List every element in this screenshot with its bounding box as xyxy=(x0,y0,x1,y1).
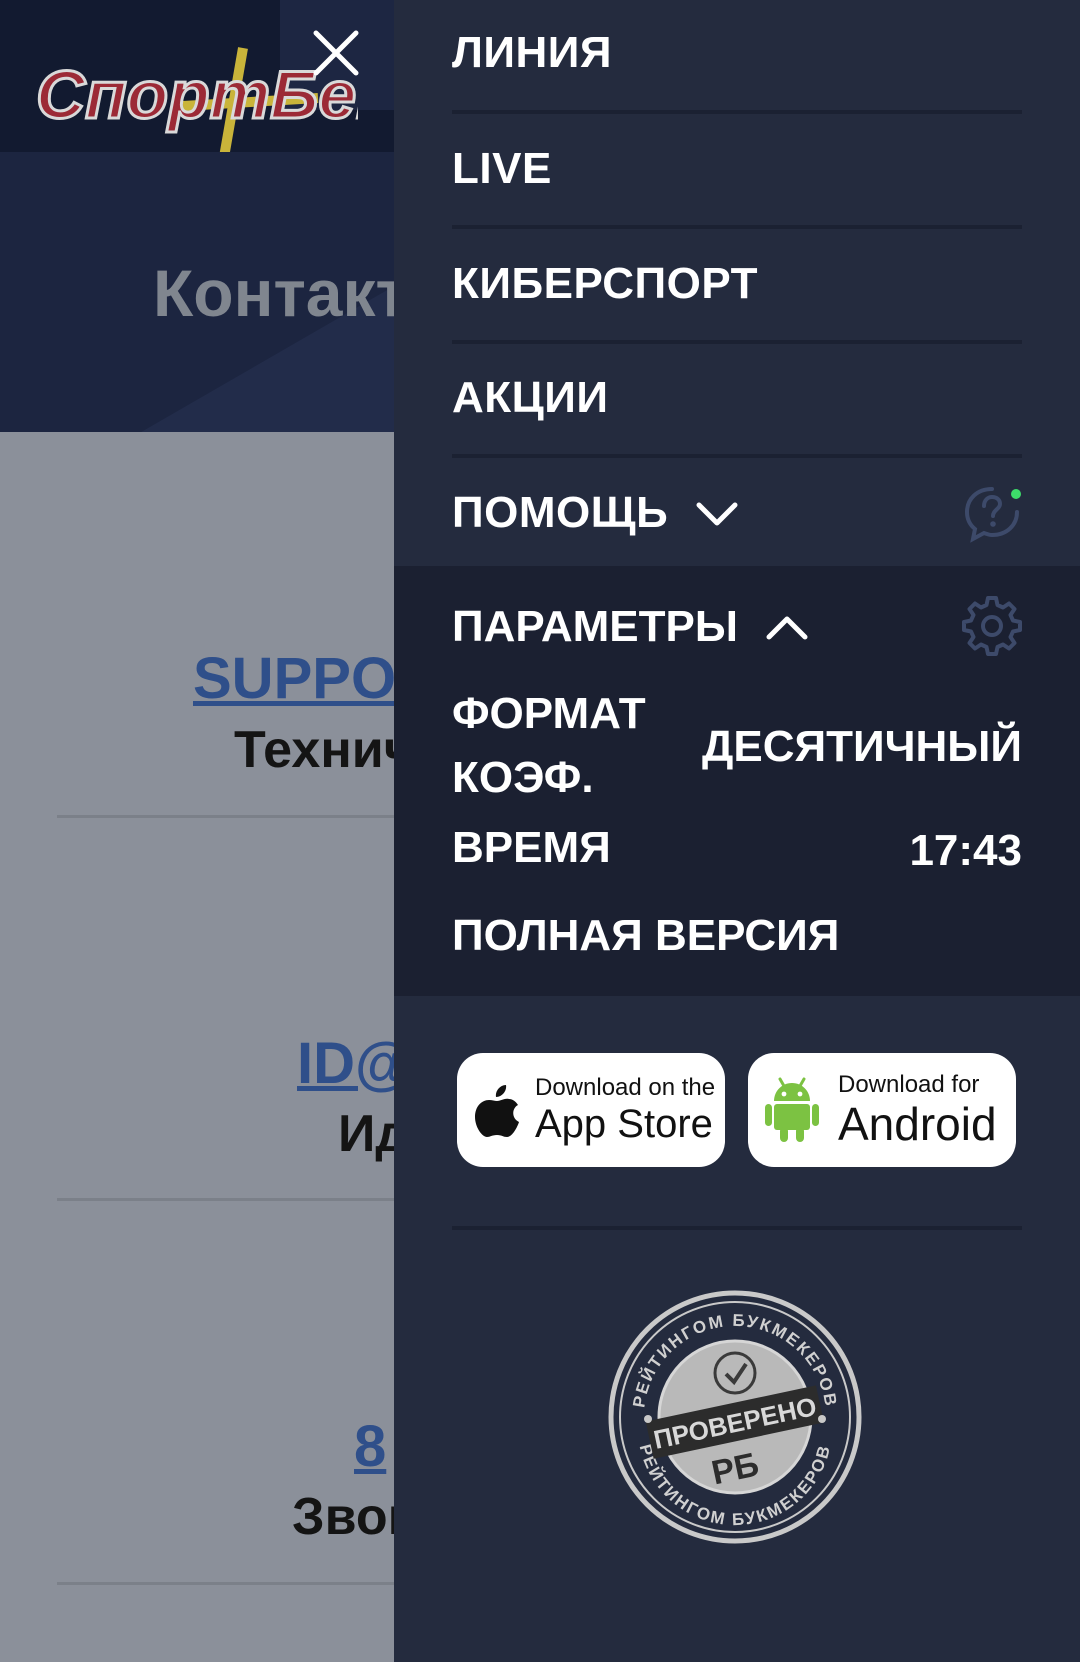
odds-format-label-line2: КОЭФ. xyxy=(452,753,594,802)
menu-item-help[interactable]: ПОМОЩЬ xyxy=(452,488,1022,538)
drawer-divider xyxy=(452,1226,1022,1230)
gear-icon[interactable] xyxy=(962,596,1022,656)
menu-divider xyxy=(452,454,1022,458)
online-status-dot xyxy=(1011,489,1021,499)
side-menu-drawer: ЛИНИЯ LIVE КИБЕРСПОРТ АКЦИИ ПОМОЩЬ ПАРАМ… xyxy=(394,0,1080,1662)
parameters-section: ПАРАМЕТРЫ ФОРМАТ КОЭФ. ДЕСЯТИЧНЫЙ ВРЕМЯ … xyxy=(394,566,1080,996)
contacts-divider xyxy=(57,815,437,818)
contacts-divider xyxy=(57,1582,437,1585)
app-store-button[interactable]: Download on the App Store xyxy=(457,1053,725,1167)
menu-item-promotions[interactable]: АКЦИИ xyxy=(452,373,1022,423)
app-store-big-text: App Store xyxy=(535,1102,713,1146)
time-label: ВРЕМЯ xyxy=(452,823,611,872)
android-download-button[interactable]: Download for Android xyxy=(748,1053,1016,1167)
close-menu-button[interactable] xyxy=(300,22,372,84)
verified-by-rating-seal[interactable]: РЕЙТИНГОМ БУКМЕКЕРОВ РЕЙТИНГОМ БУКМЕКЕРО… xyxy=(606,1288,864,1546)
time-value[interactable]: 17:43 xyxy=(909,826,1022,876)
support-chat-icon[interactable] xyxy=(962,483,1024,543)
android-icon xyxy=(765,1077,819,1142)
menu-divider xyxy=(452,225,1022,229)
app-store-small-text: Download on the xyxy=(535,1074,716,1101)
odds-format-label: ФОРМАТ КОЭФ. xyxy=(452,682,646,810)
parameters-title: ПАРАМЕТРЫ xyxy=(452,602,738,651)
full-version-link[interactable]: ПОЛНАЯ ВЕРСИЯ xyxy=(452,904,839,968)
apple-icon xyxy=(475,1085,519,1137)
chevron-down-icon xyxy=(696,488,738,538)
android-small-text: Download for xyxy=(838,1071,980,1098)
parameters-toggle[interactable]: ПАРАМЕТРЫ xyxy=(452,602,808,652)
menu-divider xyxy=(452,340,1022,344)
menu-item-help-label: ПОМОЩЬ xyxy=(452,488,669,537)
odds-format-value[interactable]: ДЕСЯТИЧНЫЙ xyxy=(702,722,1022,772)
page-title: Контакт xyxy=(153,256,408,330)
support-email-label: Технич xyxy=(234,721,414,779)
close-icon xyxy=(313,30,359,76)
menu-item-esports[interactable]: КИБЕРСПОРТ xyxy=(452,259,1022,309)
menu-item-line[interactable]: ЛИНИЯ xyxy=(452,28,1022,78)
phone-link[interactable]: 8 xyxy=(354,1413,386,1480)
chevron-up-icon xyxy=(766,602,808,652)
menu-divider xyxy=(452,110,1022,114)
contacts-divider xyxy=(57,1198,437,1201)
odds-format-label-line1: ФОРМАТ xyxy=(452,689,646,738)
support-email-link[interactable]: SUPPO xyxy=(193,645,396,712)
menu-item-live[interactable]: LIVE xyxy=(452,144,1022,194)
android-big-text: Android xyxy=(838,1098,997,1150)
